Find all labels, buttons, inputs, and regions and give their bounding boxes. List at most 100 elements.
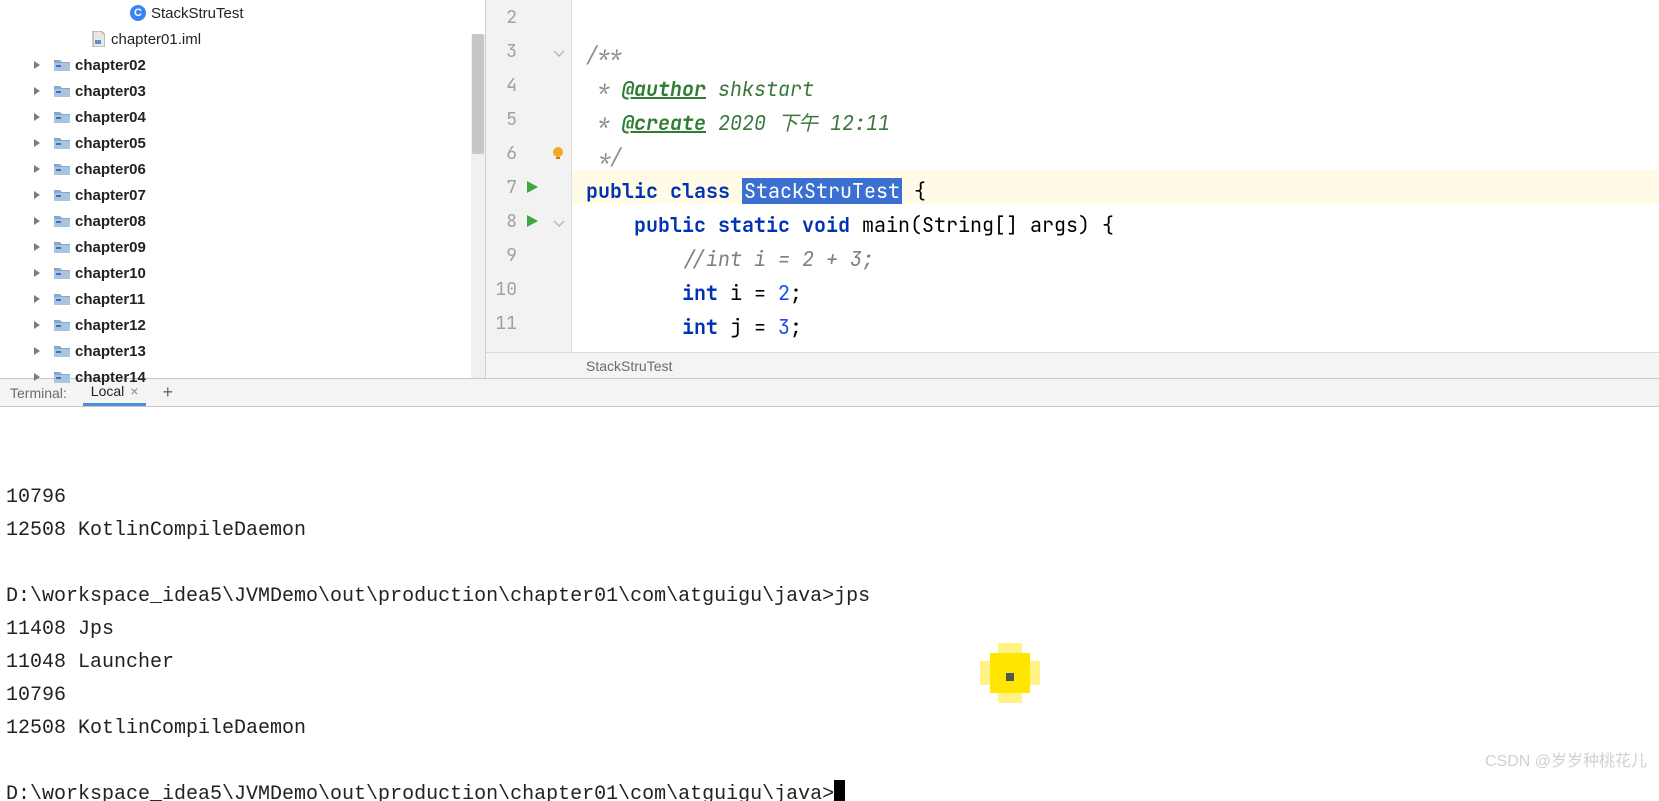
line-number: 4 [487, 74, 517, 97]
chevron-right-icon[interactable] [30, 344, 44, 358]
folder-icon [54, 162, 70, 176]
module-file-icon [90, 31, 106, 47]
tree-item-label: chapter01.iml [111, 31, 201, 48]
code-line[interactable]: int i = 2; [586, 276, 802, 310]
tree-item-chapter11[interactable]: chapter11 [0, 286, 485, 312]
scrollbar-thumb[interactable] [472, 34, 484, 154]
code-editor[interactable]: 2 3 4 5 6 7 8 9 10 11 /** * @author shkstart * @c… [486, 0, 1659, 378]
folder-icon [54, 344, 70, 358]
line-number: 9 [487, 244, 517, 267]
tree-item-chapter12[interactable]: chapter12 [0, 312, 485, 338]
chevron-right-icon[interactable] [30, 266, 44, 280]
tree-item-chapter06[interactable]: chapter06 [0, 156, 485, 182]
breadcrumb[interactable]: StackStruTest [486, 352, 1659, 378]
tree-item-chapter13[interactable]: chapter13 [0, 338, 485, 364]
code-line[interactable]: /** [586, 38, 622, 72]
line-number: 10 [487, 278, 517, 301]
terminal-line: 11048 Launcher [6, 646, 1653, 679]
line-number: 7 [487, 176, 517, 199]
chevron-right-icon[interactable] [30, 292, 44, 306]
tree-item-chapter10[interactable]: chapter10 [0, 260, 485, 286]
run-gutter-icon[interactable] [525, 214, 539, 228]
fold-icon[interactable] [553, 216, 565, 228]
terminal-line [6, 547, 1653, 580]
folder-icon [54, 136, 70, 150]
code-line[interactable]: //int i = 2 + 3; [586, 242, 874, 276]
chevron-right-icon[interactable] [30, 110, 44, 124]
tree-item-label: chapter09 [75, 239, 146, 256]
code-area[interactable]: /** * @author shkstart * @create 2020 下午… [572, 0, 1659, 378]
folder-icon [54, 214, 70, 228]
tree-item-label: chapter05 [75, 135, 146, 152]
terminal-line: 10796 [6, 679, 1653, 712]
tree-item-label: chapter14 [75, 369, 146, 386]
chevron-right-icon[interactable] [30, 136, 44, 150]
tree-item-label: chapter02 [75, 57, 146, 74]
tree-item-chapter08[interactable]: chapter08 [0, 208, 485, 234]
folder-icon [54, 58, 70, 72]
breadcrumb-item[interactable]: StackStruTest [586, 358, 672, 374]
tree-item-chapter02[interactable]: chapter02 [0, 52, 485, 78]
code-line[interactable]: * @author shkstart [586, 72, 814, 106]
tree-item-chapter01-iml[interactable]: chapter01.iml [0, 26, 485, 52]
run-gutter-icon[interactable] [525, 180, 539, 194]
editor-gutter: 2 3 4 5 6 7 8 9 10 11 [486, 0, 572, 378]
terminal-line: 12508 KotlinCompileDaemon [6, 514, 1653, 547]
terminal-line: 11408 Jps [6, 613, 1653, 646]
code-line[interactable]: */ [586, 140, 622, 174]
chevron-right-icon[interactable] [30, 214, 44, 228]
chevron-right-icon[interactable] [30, 162, 44, 176]
folder-icon [54, 370, 70, 384]
chevron-right-icon[interactable] [30, 240, 44, 254]
terminal-cursor [834, 780, 845, 801]
folder-icon [54, 266, 70, 280]
line-number: 6 [487, 142, 517, 165]
terminal-output[interactable]: 1079612508 KotlinCompileDaemon D:\worksp… [0, 407, 1659, 801]
terminal-line: 12508 KotlinCompileDaemon [6, 712, 1653, 745]
tree-item-label: chapter03 [75, 83, 146, 100]
chevron-right-icon[interactable] [30, 84, 44, 98]
folder-icon [54, 188, 70, 202]
tree-item-label: chapter12 [75, 317, 146, 334]
folder-icon [54, 84, 70, 98]
folder-icon [54, 318, 70, 332]
tree-item-chapter03[interactable]: chapter03 [0, 78, 485, 104]
tree-item-label: chapter04 [75, 109, 146, 126]
terminal-line: D:\workspace_idea5\JVMDemo\out\productio… [6, 778, 1653, 801]
tree-item-StackStruTest[interactable]: CStackStruTest [0, 0, 485, 26]
code-line[interactable]: public class StackStruTest { [586, 174, 926, 208]
tree-item-chapter09[interactable]: chapter09 [0, 234, 485, 260]
terminal-line [6, 745, 1653, 778]
line-number: 2 [487, 6, 517, 29]
tree-item-label: chapter11 [75, 291, 145, 308]
code-line[interactable]: public static void main(String[] args) { [586, 208, 1114, 242]
watermark: CSDN @岁岁种桃花儿 [1485, 747, 1647, 771]
code-line[interactable]: int j = 3; [586, 310, 802, 344]
project-tree-sidebar[interactable]: CStackStruTest chapter01.iml chapter02 chap… [0, 0, 486, 378]
intention-bulb-icon[interactable] [551, 146, 565, 160]
folder-icon [54, 292, 70, 306]
tree-item-label: chapter06 [75, 161, 146, 178]
code-line[interactable]: * @create 2020 下午 12:11 [586, 106, 890, 140]
tree-item-label: chapter07 [75, 187, 146, 204]
chevron-right-icon[interactable] [30, 188, 44, 202]
tree-item-chapter05[interactable]: chapter05 [0, 130, 485, 156]
terminal-line: D:\workspace_idea5\JVMDemo\out\productio… [6, 580, 1653, 613]
line-number: 5 [487, 108, 517, 131]
fold-icon[interactable] [553, 46, 565, 58]
terminal-line: 10796 [6, 481, 1653, 514]
folder-icon [54, 110, 70, 124]
line-number: 8 [487, 210, 517, 233]
tree-item-chapter04[interactable]: chapter04 [0, 104, 485, 130]
tree-item-label: chapter08 [75, 213, 146, 230]
line-number: 11 [487, 312, 517, 335]
chevron-right-icon[interactable] [30, 58, 44, 72]
tree-item-chapter14[interactable]: chapter14 [0, 364, 485, 390]
sidebar-scrollbar[interactable] [471, 34, 485, 378]
tree-item-label: StackStruTest [151, 5, 244, 22]
line-number: 3 [487, 40, 517, 63]
chevron-right-icon[interactable] [30, 318, 44, 332]
folder-icon [54, 240, 70, 254]
tree-item-chapter07[interactable]: chapter07 [0, 182, 485, 208]
chevron-right-icon[interactable] [30, 370, 44, 384]
